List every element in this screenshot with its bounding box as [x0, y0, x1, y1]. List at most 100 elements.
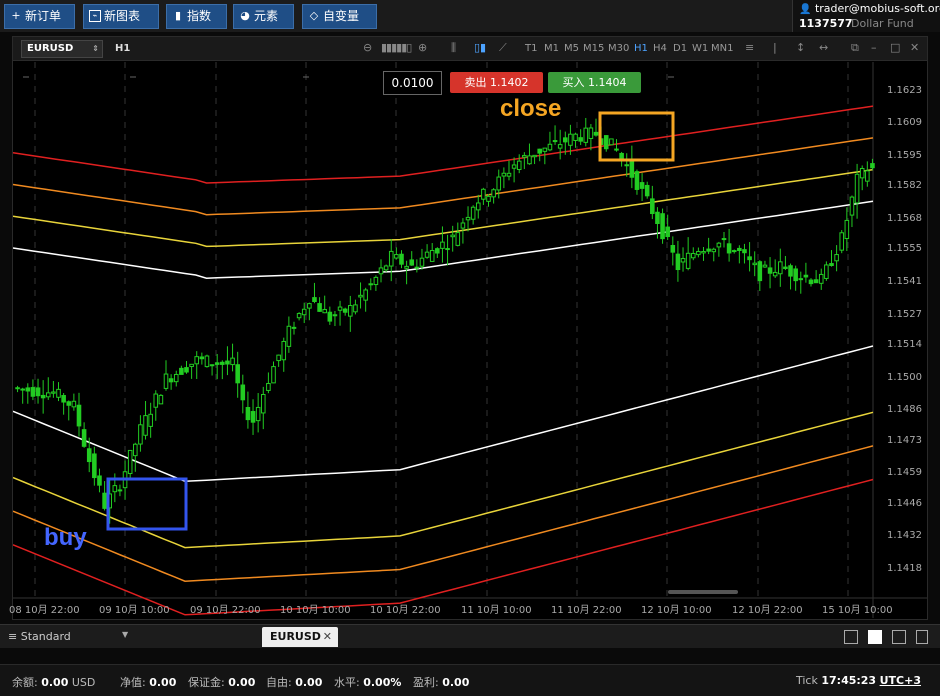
candlestick-icon[interactable]: ▯▮ — [474, 42, 486, 54]
tf-mn1[interactable]: MN1 — [711, 43, 733, 54]
layout-horizontal-icon[interactable] — [916, 630, 928, 644]
close-icon[interactable]: ✕ — [910, 42, 919, 54]
candle-body-125 — [655, 211, 660, 225]
buy-price: 1.1404 — [588, 76, 627, 89]
candle-body-11 — [71, 400, 77, 408]
price-tick-label: 1.1459 — [887, 467, 922, 479]
profile-selector[interactable]: ≡ Standard ▼ — [8, 630, 128, 643]
zoom-in-icon[interactable]: ⊕ — [418, 42, 427, 54]
status-bar: 余额: 0.00 USD 净值: 0.00 保证金: 0.00 自由: 0.00… — [0, 664, 940, 696]
candle-body-149 — [778, 261, 783, 275]
candle-body-131 — [685, 252, 691, 269]
candle-body-3 — [30, 387, 36, 397]
candle-body-63 — [337, 306, 343, 311]
candle-body-45 — [245, 407, 251, 421]
variables-button[interactable]: ◇ 自变量 — [302, 4, 377, 29]
user-icon: 👤 — [799, 4, 812, 15]
candle-body-154 — [803, 274, 809, 278]
candle-body-101 — [532, 154, 537, 158]
indicators-button[interactable]: ▮ 指数 — [166, 4, 227, 29]
candle-body-23 — [133, 443, 138, 457]
candle-body-160 — [834, 254, 839, 262]
detach-icon[interactable]: ⧉ — [851, 42, 859, 54]
account-number: 1137577 — [799, 17, 853, 30]
timezone[interactable]: UTC+3 — [880, 674, 921, 687]
candle-body-30 — [168, 378, 174, 383]
tf-h1[interactable]: H1 — [634, 43, 648, 54]
vertical-line-icon[interactable]: | — [773, 42, 777, 54]
candle-body-71 — [378, 267, 384, 275]
profit-value: 0.00 — [442, 676, 470, 689]
element-icon: ◕ — [240, 9, 250, 22]
candle-body-115 — [603, 135, 609, 150]
close-tab-icon[interactable]: ✕ — [323, 627, 332, 647]
candle-body-147 — [767, 267, 773, 274]
candle-body-164 — [854, 173, 860, 204]
candle-body-126 — [660, 213, 665, 240]
symbol-selector[interactable]: EURUSD ⇕ — [21, 40, 103, 58]
tf-w1[interactable]: W1 — [692, 43, 708, 54]
account-panel[interactable]: 👤 trader@mobius-soft.org 1137577 Dollar … — [792, 0, 940, 32]
lots-input[interactable]: 0.0100 — [383, 71, 442, 95]
candle-body-91 — [481, 188, 486, 200]
candle-body-10 — [66, 401, 72, 406]
tf-m15[interactable]: M15 — [583, 43, 604, 54]
band-upper-0-upper-set — [13, 168, 874, 248]
candle-body-59 — [317, 303, 322, 312]
margin-value: 0.00 — [228, 676, 256, 689]
tf-m30[interactable]: M30 — [608, 43, 629, 54]
layout-vertical-icon[interactable] — [892, 630, 906, 644]
symbol-value: EURUSD — [27, 43, 74, 54]
tf-h4[interactable]: H4 — [653, 43, 667, 54]
candle-body-143 — [747, 256, 752, 261]
candle-body-150 — [783, 266, 788, 270]
zoom-out-icon[interactable]: ⊖ — [363, 42, 372, 54]
candle-body-47 — [255, 406, 261, 422]
price-tick-label: 1.1595 — [887, 150, 922, 161]
tf-m1[interactable]: M1 — [544, 43, 559, 54]
candle-body-133 — [696, 250, 701, 256]
candle-body-39 — [214, 362, 220, 365]
candle-body-64 — [342, 308, 348, 313]
tf-t1[interactable]: T1 — [525, 43, 537, 54]
bar-chart-icon[interactable]: ⫼ — [451, 42, 456, 54]
candle-body-141 — [737, 247, 742, 251]
horizontal-resize-icon[interactable]: ↔ — [819, 42, 828, 54]
tf-m5[interactable]: M5 — [564, 43, 579, 54]
layout-grid-icon[interactable] — [868, 630, 882, 644]
candle-body-166 — [865, 170, 870, 182]
candle-body-139 — [726, 243, 732, 254]
candle-body-46 — [250, 411, 256, 423]
band-lower-2-lower-set — [13, 478, 874, 616]
price-chart[interactable] — [13, 62, 927, 618]
candle-body-132 — [690, 252, 696, 259]
candle-body-87 — [460, 222, 466, 229]
buy-button[interactable]: 买入 1.1404 — [548, 72, 641, 93]
candle-body-43 — [235, 364, 240, 384]
maximize-icon[interactable]: □ — [890, 42, 900, 54]
minimize-icon[interactable]: – — [871, 42, 877, 54]
indicator-toggle-icon[interactable]: ≡ — [745, 42, 754, 54]
candle-body-19 — [112, 485, 118, 493]
zoom-slider-icon[interactable]: ▮▮▮▮▮▯ — [381, 42, 412, 54]
new-order-button[interactable]: + 新订单 — [4, 4, 75, 29]
candle-body-5 — [40, 394, 46, 399]
layout-single-icon[interactable] — [844, 630, 858, 644]
tf-d1[interactable]: D1 — [673, 43, 687, 54]
candle-body-92 — [486, 195, 491, 202]
chart-tab-eurusd[interactable]: EURUSD ✕ — [262, 627, 338, 647]
candle-body-40 — [220, 361, 225, 365]
sell-button[interactable]: 卖出 1.1402 — [450, 72, 543, 93]
close-annotation: close — [500, 95, 562, 122]
candle-body-127 — [665, 226, 670, 238]
line-chart-icon[interactable]: ⟋ — [499, 42, 507, 54]
candle-body-78 — [414, 266, 420, 269]
candle-body-156 — [813, 279, 819, 284]
price-tick-label: 1.1432 — [887, 530, 922, 542]
elements-button[interactable]: ◕ 元素 — [233, 4, 294, 29]
price-tick-label: 1.1500 — [887, 371, 922, 383]
candle-body-106 — [557, 144, 563, 149]
vertical-resize-icon[interactable]: ↕ — [796, 42, 805, 54]
candle-body-16 — [97, 475, 102, 486]
new-chart-button[interactable]: ⌁ 新图表 — [83, 4, 159, 29]
